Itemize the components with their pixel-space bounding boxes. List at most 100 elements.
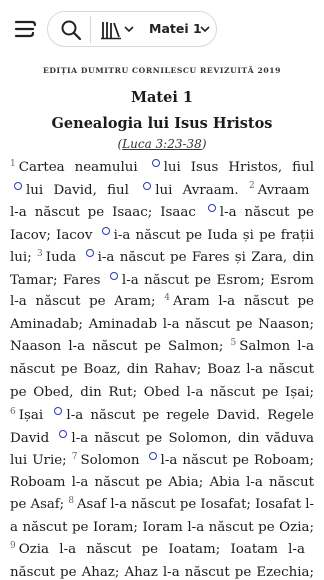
note-marker-icon[interactable] xyxy=(207,204,216,213)
note-marker-icon[interactable] xyxy=(109,271,118,280)
verse-text: Salmon l-a xyxy=(239,339,314,355)
verse-text: Iuda xyxy=(45,250,77,266)
text-line: născut pe Boaz, din Rahav; Boaz l-a născ… xyxy=(10,362,314,377)
verse-text: lui Avraam. xyxy=(155,182,239,198)
note-marker-icon[interactable] xyxy=(59,429,68,438)
text-line: născut pe Ahaz; Ahaz l-a născut pe Ezech… xyxy=(10,565,314,580)
verse-text: Ozia l-a născut pe Ioatam; Ioatam l-a xyxy=(18,542,305,558)
verse-number[interactable]: 5 xyxy=(231,338,237,348)
verse-number[interactable]: 6 xyxy=(10,407,16,417)
text-line: 1 Cartea neamului lui Isus Hristos, fiul xyxy=(10,159,314,175)
text-line: l-a născut pe Isaac; Isaac l-a născut pe xyxy=(10,204,314,220)
verse-text: David xyxy=(10,430,50,446)
text-line-content: născut pe Ahaz; Ahaz l-a născut pe Ezech… xyxy=(10,565,314,580)
verse-text: Cartea neamului xyxy=(18,160,138,175)
section-heading: Genealogia lui Isus Hristos xyxy=(51,115,273,132)
note-marker-icon[interactable] xyxy=(143,181,152,190)
verse-text: Asaf l-a născut pe Iosafat; Iosafat l- xyxy=(76,497,314,513)
text-line-content: Iacov; Iacov i-a născut pe Iuda și pe fr… xyxy=(10,226,314,243)
text-line-content: Aminadab; Aminadab l-a născut pe Naason; xyxy=(10,317,314,332)
verse-text: Avraam xyxy=(257,182,310,198)
text-line: Aminadab; Aminadab l-a născut pe Naason; xyxy=(10,317,314,332)
verse-text: l-a născut pe Esrom; Esrom xyxy=(121,272,314,288)
text-line-content: 9 Ozia l-a născut pe Ioatam; Ioatam l-a xyxy=(10,541,305,558)
text-line: Tamar; Fares l-a născut pe Esrom; Esrom xyxy=(10,271,314,288)
text-line: Naason l-a născut pe Salmon; 5 Salmon l-a xyxy=(10,338,314,355)
verse-text: l-a născut pe Isaac; Isaac xyxy=(10,205,196,221)
edition-label: EDIȚIA DUMITRU CORNILESCU REVIZUITĂ 2019 xyxy=(42,66,282,75)
note-marker-icon[interactable] xyxy=(151,159,160,167)
note-marker-icon[interactable] xyxy=(101,226,110,235)
note-marker-icon[interactable] xyxy=(14,181,22,190)
chevron-down-icon[interactable] xyxy=(200,25,210,33)
text-line: 9 Ozia l-a născut pe Ioatam; Ioatam l-a xyxy=(10,541,314,558)
menu-icon[interactable] xyxy=(12,16,38,42)
verse-text: Iacov; Iacov xyxy=(10,227,93,243)
verse-text: lui; xyxy=(10,250,32,266)
verse-text: l-a născut pe Roboam; xyxy=(160,453,314,469)
text-line-content: lui David, fiul lui Avraam. 2 Avraam xyxy=(10,181,310,198)
chapter-title: Matei 1 xyxy=(130,89,193,106)
text-line-content: David l-a născut pe Solomon, din văduva xyxy=(10,429,314,446)
verse-number[interactable]: 1 xyxy=(10,159,16,169)
verse-number[interactable]: 4 xyxy=(164,293,170,303)
text-line: Roboam l-a născut pe Abia; Abia l-a născ… xyxy=(10,475,314,490)
verse-text: Aram l-a născut pe xyxy=(172,294,314,310)
text-line: lui Urie; 7 Solomon l-a născut pe Roboam; xyxy=(10,452,314,468)
verse-text: lui Isus Hristos, fiul xyxy=(163,160,314,175)
verse-text: Roboam l-a născut pe Abia; Abia l-a născ… xyxy=(10,474,314,490)
text-line-content: lui; 3 Iuda i-a născut pe Fares și Zara, … xyxy=(10,249,315,266)
text-line-content: l-a născut pe Aram; 4 Aram l-a născut pe xyxy=(10,293,314,310)
verse-number[interactable]: 7 xyxy=(72,452,78,462)
verse-number[interactable]: 3 xyxy=(37,249,43,259)
verse-number[interactable]: 9 xyxy=(10,541,16,551)
verse-text: Solomon xyxy=(80,453,140,469)
text-line: l-a născut pe Aram; 4 Aram l-a născut pe xyxy=(10,293,314,310)
note-marker-icon[interactable] xyxy=(148,452,157,461)
cross-reference[interactable]: (Luca 3:23-38) xyxy=(0,137,324,151)
text-line-content: a născut pe Ioram; Ioram l-a născut pe O… xyxy=(10,520,314,535)
text-line-content: Roboam l-a născut pe Abia; Abia l-a născ… xyxy=(10,475,314,490)
text-line-content: născut pe Boaz, din Rahav; Boaz l-a născ… xyxy=(10,362,314,377)
chapter-selector[interactable]: Matei 1 xyxy=(149,12,202,46)
text-line-content: l-a născut pe Isaac; Isaac l-a născut pe xyxy=(10,204,314,221)
text-line: pe Asaf; 8 Asaf l-a născut pe Iosafat; Io… xyxy=(10,496,314,513)
text-line: David l-a născut pe Solomon, din văduva xyxy=(10,429,314,446)
verse-text: l-a născut pe Solomon, din văduva xyxy=(71,430,314,446)
verse-text: născut pe Ahaz; Ahaz l-a născut pe Ezech… xyxy=(10,564,314,580)
verse-text: l-a născut pe xyxy=(219,205,314,221)
text-line-content: 1 Cartea neamului lui Isus Hristos, fiul xyxy=(10,159,314,175)
library-icon[interactable] xyxy=(100,20,122,40)
text-line: Iacov; Iacov i-a născut pe Iuda și pe fr… xyxy=(10,226,314,243)
verse-text: pe Obed, din Rut; Obed l-a născut pe Ișa… xyxy=(10,384,314,400)
note-marker-icon[interactable] xyxy=(85,249,94,258)
text-line-content: pe Asaf; 8 Asaf l-a născut pe Iosafat; Io… xyxy=(10,496,314,513)
verse-text: născut pe Boaz, din Rahav; Boaz l-a născ… xyxy=(10,361,314,377)
chevron-down-icon[interactable] xyxy=(124,25,134,33)
text-line: pe Obed, din Rut; Obed l-a născut pe Ișa… xyxy=(10,385,314,400)
text-line: lui; 3 Iuda i-a născut pe Fares și Zara, … xyxy=(10,249,314,265)
text-line-content: pe Obed, din Rut; Obed l-a născut pe Ișa… xyxy=(10,385,314,400)
verse-text: i-a născut pe Iuda și pe frații xyxy=(113,227,314,243)
text-line-content: 6 Ișai l-a născut pe regele David. Regele xyxy=(10,407,314,424)
verse-text: l-a născut pe Aram; xyxy=(10,294,156,310)
verse-number[interactable]: 2 xyxy=(249,181,255,191)
search-icon[interactable] xyxy=(60,19,82,41)
text-line-content: Naason l-a născut pe Salmon; 5 Salmon l-a xyxy=(10,338,314,355)
verse-text: i-a născut pe Fares și Zara, din xyxy=(97,250,315,266)
verse-text: pe Asaf; xyxy=(10,497,65,513)
verse-number[interactable]: 8 xyxy=(68,496,74,506)
verse-text: Aminadab; Aminadab l-a născut pe Naason; xyxy=(10,316,314,332)
note-marker-icon[interactable] xyxy=(54,407,63,416)
verse-text: l-a născut pe regele David. Regele xyxy=(66,408,314,424)
top-bar: Matei 1 xyxy=(0,0,324,58)
text-line: lui David, fiul lui Avraam. 2 Avraam xyxy=(10,181,314,198)
navigation-pill: Matei 1 xyxy=(47,11,217,47)
divider xyxy=(90,16,91,43)
text-line: a născut pe Ioram; Ioram l-a născut pe O… xyxy=(10,520,314,535)
text-line-content: Tamar; Fares l-a născut pe Esrom; Esrom xyxy=(10,271,314,288)
text-line: 6 Ișai l-a născut pe regele David. Regele xyxy=(10,407,314,423)
cross-reference-link[interactable]: Luca 3:23-38 xyxy=(122,137,202,151)
verse-text: lui David, fiul xyxy=(26,182,129,198)
verse-text: Ișai xyxy=(18,408,44,424)
